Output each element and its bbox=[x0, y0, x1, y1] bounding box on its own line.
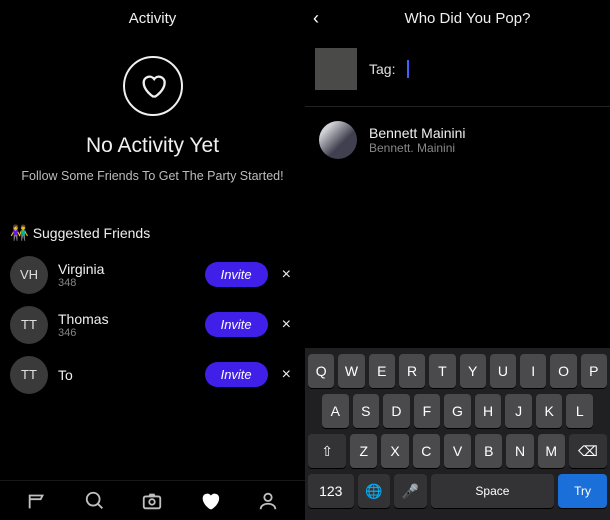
friend-sub: 348 bbox=[58, 277, 195, 289]
key-f[interactable]: F bbox=[414, 394, 441, 428]
invite-button[interactable]: Invite bbox=[205, 362, 268, 387]
key-m[interactable]: M bbox=[538, 434, 565, 468]
key-l[interactable]: L bbox=[566, 394, 593, 428]
key-e[interactable]: E bbox=[369, 354, 395, 388]
avatar[interactable]: TT bbox=[10, 306, 48, 344]
list-item: TT To Invite × bbox=[0, 350, 305, 400]
user-info: Bennett Mainini Bennett. Mainini bbox=[369, 125, 466, 155]
key-j[interactable]: J bbox=[505, 394, 532, 428]
key-numbers[interactable]: 123 bbox=[308, 474, 354, 508]
key-z[interactable]: Z bbox=[350, 434, 377, 468]
friend-info: To bbox=[58, 367, 195, 383]
nav-camera-icon[interactable] bbox=[133, 482, 171, 520]
tag-section: Tag: bbox=[305, 36, 610, 102]
friend-name: Thomas bbox=[58, 311, 195, 327]
avatar[interactable]: VH bbox=[10, 256, 48, 294]
key-p[interactable]: P bbox=[581, 354, 607, 388]
keyboard-row-2: A S D F G H J K L bbox=[308, 394, 607, 428]
key-k[interactable]: K bbox=[536, 394, 563, 428]
key-g[interactable]: G bbox=[444, 394, 471, 428]
photo-thumbnail[interactable] bbox=[315, 48, 357, 90]
empty-state: No Activity Yet Follow Some Friends To G… bbox=[0, 36, 305, 216]
nav-search-icon[interactable] bbox=[76, 482, 114, 520]
tag-screen: ‹ Who Did You Pop? Tag: Bennett Mainini … bbox=[305, 0, 610, 520]
friends-emoji-icon: 👫 bbox=[10, 224, 29, 242]
friend-sub: 346 bbox=[58, 327, 195, 339]
key-s[interactable]: S bbox=[353, 394, 380, 428]
key-a[interactable]: A bbox=[322, 394, 349, 428]
suggested-friends-list: VH Virginia 348 Invite × TT Thomas 346 I… bbox=[0, 250, 305, 481]
user-name: Bennett Mainini bbox=[369, 125, 466, 141]
key-mic-icon[interactable]: 🎤 bbox=[394, 474, 427, 508]
key-r[interactable]: R bbox=[399, 354, 425, 388]
key-w[interactable]: W bbox=[338, 354, 364, 388]
key-o[interactable]: O bbox=[550, 354, 576, 388]
user-sub: Bennett. Mainini bbox=[369, 141, 466, 155]
key-t[interactable]: T bbox=[429, 354, 455, 388]
bottom-nav bbox=[0, 480, 305, 520]
friend-info: Virginia 348 bbox=[58, 261, 195, 289]
invite-button[interactable]: Invite bbox=[205, 312, 268, 337]
friend-name: To bbox=[58, 367, 195, 383]
empty-subtitle: Follow Some Friends To Get The Party Sta… bbox=[21, 168, 283, 186]
header-title: Who Did You Pop? bbox=[343, 10, 602, 27]
tag-label: Tag: bbox=[369, 61, 395, 77]
nav-profile-icon[interactable] bbox=[249, 482, 287, 520]
header-title: Activity bbox=[0, 0, 305, 36]
key-u[interactable]: U bbox=[490, 354, 516, 388]
back-button[interactable]: ‹ bbox=[313, 8, 343, 29]
heart-circle-icon bbox=[123, 56, 183, 116]
key-y[interactable]: Y bbox=[460, 354, 486, 388]
key-c[interactable]: C bbox=[413, 434, 440, 468]
keyboard-row-3: ⇧ Z X C V B N M ⌫ bbox=[308, 434, 607, 468]
dismiss-button[interactable]: × bbox=[278, 266, 295, 284]
key-x[interactable]: X bbox=[381, 434, 408, 468]
friend-info: Thomas 346 bbox=[58, 311, 195, 339]
keyboard-row-1: Q W E R T Y U I O P bbox=[308, 354, 607, 388]
header: ‹ Who Did You Pop? bbox=[305, 0, 610, 36]
avatar bbox=[319, 121, 357, 159]
key-d[interactable]: D bbox=[383, 394, 410, 428]
key-n[interactable]: N bbox=[506, 434, 533, 468]
nav-activity-icon[interactable] bbox=[191, 482, 229, 520]
key-space[interactable]: Space bbox=[431, 474, 555, 508]
avatar[interactable]: TT bbox=[10, 356, 48, 394]
key-backspace[interactable]: ⌫ bbox=[569, 434, 607, 468]
key-b[interactable]: B bbox=[475, 434, 502, 468]
key-v[interactable]: V bbox=[444, 434, 471, 468]
user-suggestion[interactable]: Bennett Mainini Bennett. Mainini bbox=[305, 111, 610, 169]
suggested-label: Suggested Friends bbox=[33, 225, 151, 241]
key-shift[interactable]: ⇧ bbox=[308, 434, 346, 468]
list-item: VH Virginia 348 Invite × bbox=[0, 250, 305, 300]
dismiss-button[interactable]: × bbox=[278, 316, 295, 334]
activity-screen: Activity No Activity Yet Follow Some Fri… bbox=[0, 0, 305, 520]
suggested-friends-header: 👫 Suggested Friends bbox=[0, 216, 305, 250]
key-h[interactable]: H bbox=[475, 394, 502, 428]
friend-name: Virginia bbox=[58, 261, 195, 277]
divider bbox=[305, 106, 610, 107]
nav-home-icon[interactable] bbox=[18, 482, 56, 520]
key-q[interactable]: Q bbox=[308, 354, 334, 388]
keyboard-row-4: 123 🌐 🎤 Space Try bbox=[308, 474, 607, 508]
key-action[interactable]: Try bbox=[558, 474, 607, 508]
tag-input[interactable] bbox=[407, 60, 507, 78]
list-item: TT Thomas 346 Invite × bbox=[0, 300, 305, 350]
empty-title: No Activity Yet bbox=[86, 134, 219, 158]
key-globe-icon[interactable]: 🌐 bbox=[358, 474, 391, 508]
key-i[interactable]: I bbox=[520, 354, 546, 388]
keyboard: Q W E R T Y U I O P A S D F G H J K L ⇧ … bbox=[305, 348, 610, 520]
dismiss-button[interactable]: × bbox=[278, 366, 295, 384]
invite-button[interactable]: Invite bbox=[205, 262, 268, 287]
